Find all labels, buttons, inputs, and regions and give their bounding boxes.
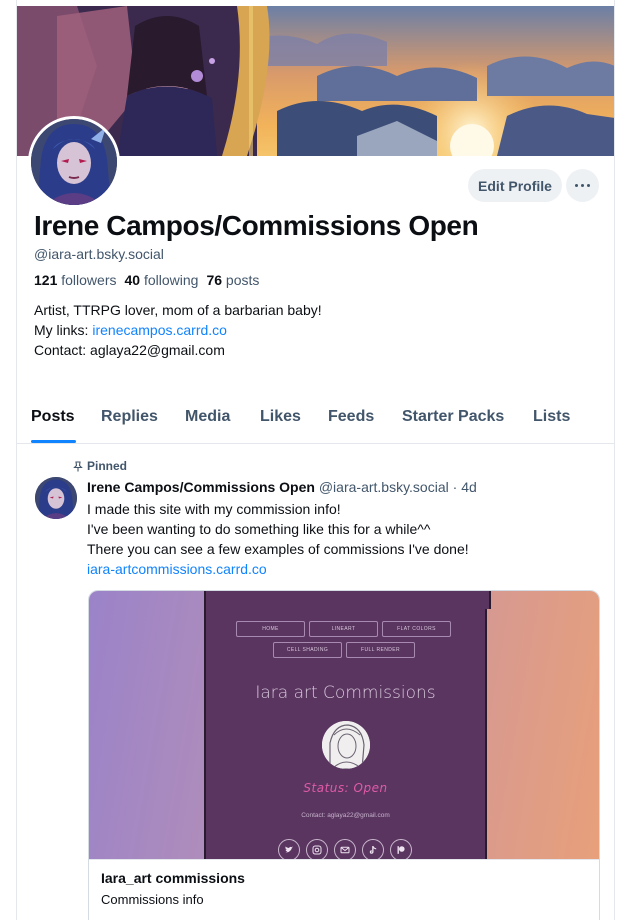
- followers-stat[interactable]: 121 followers: [34, 272, 117, 288]
- instagram-icon: [306, 839, 328, 861]
- bio-links-line: My links: irenecampos.carrd.co: [34, 320, 322, 340]
- post-body: I made this site with my commission info…: [87, 499, 469, 579]
- profile-bio: Artist, TTRPG lover, mom of a barbarian …: [34, 300, 322, 360]
- tab-posts[interactable]: Posts: [31, 408, 75, 426]
- followers-count: 121: [34, 272, 58, 288]
- tab-lists[interactable]: Lists: [533, 408, 570, 426]
- tab-replies[interactable]: Replies: [101, 408, 158, 426]
- site-nav-row: CELL SHADING FULL RENDER: [273, 642, 415, 658]
- bio-contact: Contact: aglaya22@gmail.com: [34, 342, 225, 358]
- posts-stat: 76 posts: [206, 272, 259, 288]
- twitter-icon: [278, 839, 300, 861]
- following-label: following: [143, 272, 199, 288]
- post-header: Irene Campos/Commissions Open @iara-art.…: [87, 479, 477, 495]
- ellipsis-icon[interactable]: [566, 169, 599, 202]
- bio-line: Artist, TTRPG lover, mom of a barbarian …: [34, 302, 322, 318]
- site-nav-home: HOME: [236, 621, 305, 637]
- site-nav-cell-shading: CELL SHADING: [273, 642, 342, 658]
- tiktok-icon: [362, 839, 384, 861]
- following-stat[interactable]: 40 following: [125, 272, 199, 288]
- link-preview-title: Iara_art commissions: [101, 870, 245, 886]
- post-author-avatar[interactable]: [35, 477, 77, 519]
- mail-icon: [334, 839, 356, 861]
- profile-page: Edit Profile Irene Campos/Commissions Op…: [16, 0, 615, 920]
- bio-links-prefix: My links:: [34, 322, 93, 338]
- posts-label: posts: [225, 272, 260, 288]
- tab-media[interactable]: Media: [185, 408, 230, 426]
- post-author-handle[interactable]: @iara-art.bsky.social: [319, 479, 449, 495]
- pinned-label: Pinned: [87, 459, 128, 473]
- site-nav-lineart: LINEART: [309, 621, 378, 637]
- profile-tabs: Posts Replies Media Likes Feeds Starter …: [17, 398, 614, 444]
- post-link[interactable]: iara-artcommissions.carrd.co: [87, 561, 267, 577]
- profile-handle: @iara-art.bsky.social: [34, 246, 164, 262]
- site-social-row: [278, 839, 412, 861]
- followers-label: followers: [61, 272, 117, 288]
- post-line: There you can see a few examples of comm…: [87, 541, 469, 557]
- post-separator: ·: [452, 479, 458, 495]
- site-status: Status: Open: [303, 781, 388, 795]
- pin-icon: [73, 460, 83, 471]
- active-tab-indicator: [31, 440, 76, 443]
- link-preview-card[interactable]: HOME LINEART FLAT COLORS CELL SHADING FU…: [88, 590, 600, 920]
- site-portrait: [322, 721, 370, 769]
- post-line: I've been wanting to do something like t…: [87, 521, 431, 537]
- display-name: Irene Campos/Commissions Open: [34, 210, 479, 241]
- tab-likes[interactable]: Likes: [260, 408, 301, 426]
- site-contact: Contact: aglaya22@gmail.com: [301, 812, 390, 819]
- profile-stats: 121 followers 40 following 76 posts: [34, 272, 259, 288]
- pinned-indicator: Pinned: [73, 459, 127, 473]
- site-nav-row: HOME LINEART FLAT COLORS: [236, 621, 451, 637]
- site-nav-flat-colors: FLAT COLORS: [382, 621, 451, 637]
- profile-avatar[interactable]: [28, 116, 120, 208]
- tab-feeds[interactable]: Feeds: [328, 408, 374, 426]
- patreon-icon: [390, 839, 412, 861]
- posts-count: 76: [206, 272, 223, 288]
- link-preview-meta: Iara_art commissions Commissions info: [89, 859, 599, 917]
- link-preview-description: Commissions info: [101, 892, 204, 907]
- tab-starter-packs[interactable]: Starter Packs: [402, 408, 504, 426]
- post-line: I made this site with my commission info…: [87, 501, 341, 517]
- site-screenshot: HOME LINEART FLAT COLORS CELL SHADING FU…: [204, 591, 491, 863]
- following-count: 40: [124, 272, 141, 288]
- bio-link[interactable]: irenecampos.carrd.co: [92, 322, 227, 338]
- post-author-name[interactable]: Irene Campos/Commissions Open: [87, 479, 315, 495]
- link-preview-image: HOME LINEART FLAT COLORS CELL SHADING FU…: [89, 591, 599, 863]
- edit-profile-button[interactable]: Edit Profile: [468, 169, 562, 202]
- site-nav-full-render: FULL RENDER: [346, 642, 415, 658]
- post-timestamp[interactable]: 4d: [461, 479, 477, 495]
- site-title: Iara art Commissions: [255, 683, 436, 703]
